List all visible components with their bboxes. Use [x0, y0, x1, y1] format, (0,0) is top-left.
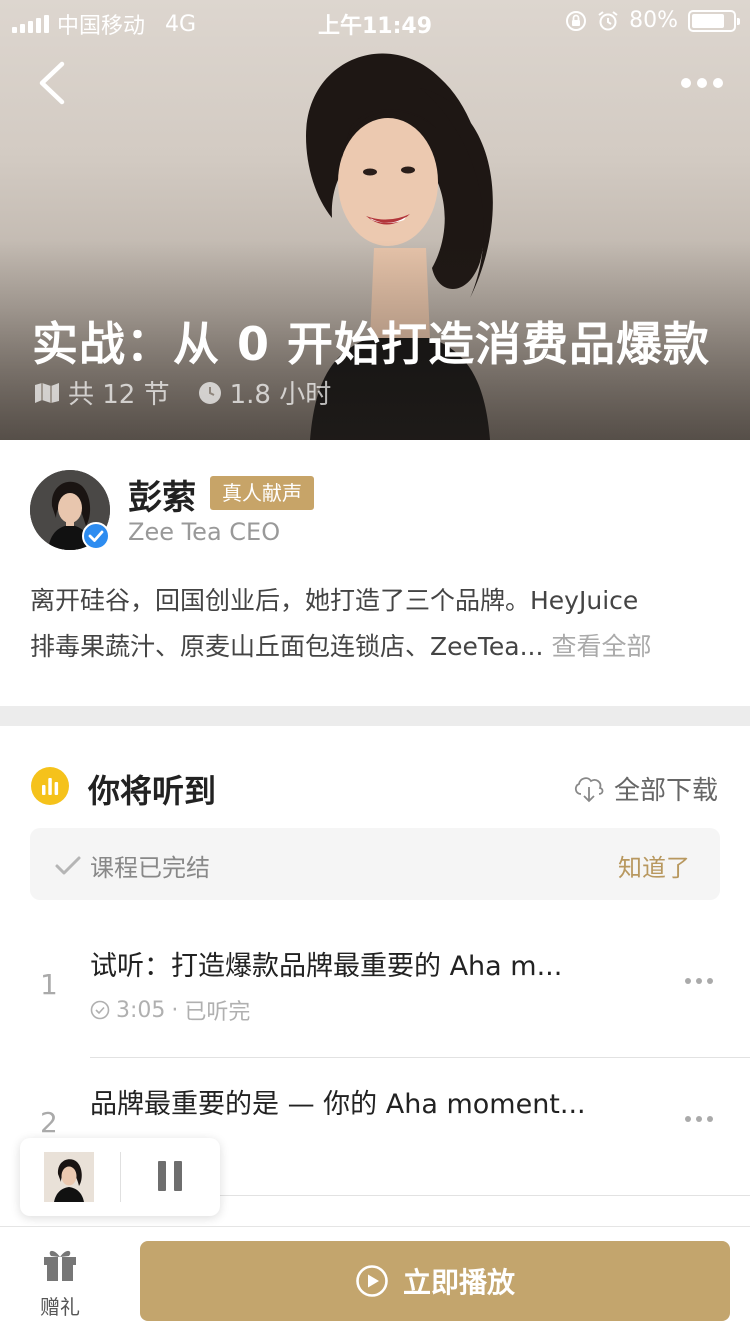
status-bar: 中国移动 4G 上午11:49 80% — [0, 0, 750, 40]
author-section: 彭萦 真人献声 Zee Tea CEO 离开硅谷，回国创业后，她打造了三个品牌。… — [0, 440, 750, 706]
lesson-duration: 3:05 — [116, 997, 166, 1023]
checkmark-icon — [55, 856, 81, 874]
description-line-2: 排毒果蔬汁、原麦山丘面包连锁店、ZeeTea... 查看全部 — [30, 624, 720, 670]
course-title: 实战：从 0 开始打造消费品爆款 — [32, 317, 711, 371]
lesson-number: 1 — [40, 968, 58, 1001]
mini-player[interactable] — [20, 1138, 220, 1216]
lessons-header: 你将听到 全部下载 — [0, 726, 750, 826]
orientation-lock-icon — [566, 10, 587, 31]
back-button[interactable] — [28, 58, 78, 108]
pause-button[interactable] — [156, 1160, 184, 1192]
course-hero: 中国移动 4G 上午11:49 80% 实战：从 0 开始打造消费品爆款 共 1… — [0, 0, 750, 440]
author-name[interactable]: 彭萦 — [128, 470, 196, 519]
completed-check-icon — [90, 1000, 110, 1020]
map-icon — [35, 382, 59, 403]
lesson-row[interactable]: 1 试听：打造爆款品牌最重要的 Aha m... 3:05 · 已听完 — [0, 920, 750, 1058]
lesson-meta: 3:05 · 已听完 — [90, 994, 250, 1026]
download-all-label: 全部下载 — [613, 776, 718, 806]
notice-text: 课程已完结 — [90, 854, 210, 882]
lesson-more-button[interactable] — [684, 976, 714, 986]
verified-badge-icon — [82, 522, 110, 550]
course-meta: 共 12 节 1.8 小时 — [34, 374, 359, 411]
clock-icon — [198, 381, 221, 404]
course-finished-notice: 课程已完结 知道了 — [30, 828, 720, 900]
cloud-download-icon — [574, 776, 604, 802]
audio-bars-icon — [31, 767, 69, 805]
description-line-1: 离开硅谷，回国创业后，她打造了三个品牌。HeyJuice — [30, 586, 639, 615]
lesson-count: 共 12 节 — [68, 380, 170, 410]
battery-icon — [688, 9, 740, 32]
lesson-status: 已听完 — [184, 1000, 251, 1025]
play-now-label: 立即播放 — [402, 1266, 515, 1299]
lesson-more-button[interactable] — [684, 1114, 714, 1124]
author-title: Zee Tea CEO — [128, 518, 281, 546]
author-description: 离开硅谷，回国创业后，她打造了三个品牌。HeyJuice 排毒果蔬汁、原麦山丘面… — [30, 578, 720, 670]
description-line-2-text: 排毒果蔬汁、原麦山丘面包连锁店、ZeeTea... — [30, 632, 544, 661]
bottom-action-bar: 赠礼 立即播放 — [0, 1226, 750, 1334]
got-it-button[interactable]: 知道了 — [618, 848, 690, 883]
section-divider — [0, 706, 750, 726]
meta-separator: · — [171, 997, 179, 1023]
play-now-button[interactable]: 立即播放 — [140, 1241, 730, 1321]
gift-label: 赠礼 — [40, 1295, 80, 1319]
course-duration: 1.8 小时 — [229, 380, 332, 410]
lesson-title: 品牌最重要的是 — 你的 Aha moment... — [90, 1089, 586, 1120]
gift-icon — [44, 1250, 76, 1281]
mini-player-divider — [120, 1152, 121, 1202]
alarm-icon — [598, 10, 618, 30]
section-title: 你将听到 — [88, 772, 217, 810]
voice-badge: 真人献声 — [210, 476, 314, 510]
see-all-link[interactable]: 查看全部 — [551, 632, 651, 661]
more-options-button[interactable] — [680, 70, 724, 96]
play-icon — [356, 1265, 388, 1297]
gift-button[interactable]: 赠礼 — [30, 1245, 90, 1320]
download-all-button[interactable]: 全部下载 — [572, 770, 718, 807]
battery-percent: 80% — [629, 8, 678, 33]
lesson-number: 2 — [40, 1106, 58, 1139]
mini-player-cover[interactable] — [44, 1152, 94, 1202]
lesson-title: 试听：打造爆款品牌最重要的 Aha m... — [90, 951, 563, 982]
